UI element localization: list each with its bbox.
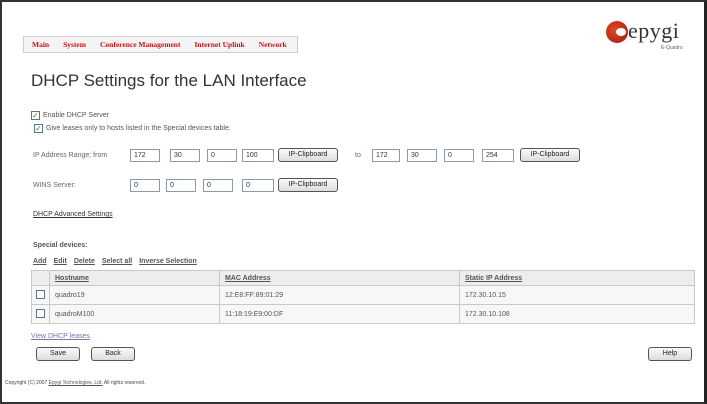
edit-link[interactable]: Edit xyxy=(54,258,67,265)
hostname-column-header[interactable]: Hostname xyxy=(49,270,220,286)
footer-prefix: Copyright (C) 2007 xyxy=(5,380,48,386)
special-devices-label: Special devices: xyxy=(33,242,88,249)
copyright-footer: Copyright (C) 2007 Epygi Technologies, L… xyxy=(5,380,145,386)
static-ip-column-header[interactable]: Static IP Address xyxy=(459,270,695,286)
enable-dhcp-checkbox[interactable]: ✓ xyxy=(31,111,40,120)
mac-cell: 11:18:19:E9:00:DF xyxy=(219,304,460,324)
ip-to-octet-4[interactable]: 254 xyxy=(482,149,514,162)
row-select-cell xyxy=(31,285,50,305)
help-button[interactable]: Help xyxy=(648,347,692,361)
add-link[interactable]: Add xyxy=(33,258,47,265)
nav-internet-uplink[interactable]: Internet Uplink xyxy=(194,40,244,49)
static-ip-cell: 172.30.10.108 xyxy=(459,304,695,324)
ip-from-octet-2[interactable]: 30 xyxy=(170,149,200,162)
enable-dhcp-row: ✓ Enable DHCP Server xyxy=(31,111,109,120)
select-all-link[interactable]: Select all xyxy=(102,258,132,265)
mac-column-header[interactable]: MAC Address xyxy=(219,270,460,286)
wins-octet-1[interactable]: 0 xyxy=(130,179,160,192)
wins-server-label: WINS Server: xyxy=(33,182,76,189)
nav-conference-management[interactable]: Conference Management xyxy=(100,40,180,49)
nav-network[interactable]: Network xyxy=(259,40,287,49)
enable-dhcp-label: Enable DHCP Server xyxy=(43,112,110,119)
ip-from-octet-4[interactable]: 100 xyxy=(242,149,274,162)
static-ip-cell: 172.30.10.15 xyxy=(459,285,695,305)
mac-cell: 12:E8:FF:89:01:29 xyxy=(219,285,460,305)
footer-suffix: All rights reserved. xyxy=(103,380,146,386)
logo-subtitle: E-Quadro xyxy=(661,45,683,51)
ip-range-label: IP Address Range: from xyxy=(33,152,108,159)
ip-to-octet-2[interactable]: 30 xyxy=(407,149,437,162)
nav-main[interactable]: Main xyxy=(32,40,49,49)
ip-from-octet-1[interactable]: 172 xyxy=(130,149,160,162)
ip-range-to-label: to xyxy=(355,152,361,159)
inverse-selection-link[interactable]: Inverse Selection xyxy=(139,258,197,265)
page-title: DHCP Settings for the LAN Interface xyxy=(31,71,307,90)
delete-link[interactable]: Delete xyxy=(74,258,95,265)
special-devices-actions: Add Edit Delete Select all Inverse Selec… xyxy=(33,258,204,265)
special-only-checkbox[interactable]: ✓ xyxy=(34,124,43,133)
special-only-label: Give leases only to hosts listed in the … xyxy=(46,125,231,132)
ip-from-octet-3[interactable]: 0 xyxy=(207,149,237,162)
table-row: quadroM100 11:18:19:E9:00:DF 172.30.10.1… xyxy=(31,304,695,324)
wins-octet-3[interactable]: 0 xyxy=(203,179,233,192)
logo-mark-icon xyxy=(606,21,628,43)
special-only-row: ✓ Give leases only to hosts listed in th… xyxy=(34,124,231,133)
nav-system[interactable]: System xyxy=(63,40,86,49)
epygi-logo: epygi E-Quadro xyxy=(606,18,696,54)
wins-octet-2[interactable]: 0 xyxy=(166,179,196,192)
ip-from-clipboard-button[interactable]: IP-Clipboard xyxy=(278,148,338,162)
dhcp-advanced-settings-link[interactable]: DHCP Advanced Settings xyxy=(33,211,113,218)
ip-to-clipboard-button[interactable]: IP-Clipboard xyxy=(520,148,580,162)
special-devices-table: Hostname MAC Address Static IP Address q… xyxy=(31,270,695,324)
save-button[interactable]: Save xyxy=(36,347,80,361)
top-navigation: Main System Conference Management Intern… xyxy=(23,36,298,53)
table-header-row: Hostname MAC Address Static IP Address xyxy=(31,270,695,286)
row-checkbox[interactable] xyxy=(36,308,45,318)
logo-text: epygi xyxy=(628,18,680,43)
row-select-cell xyxy=(31,304,50,324)
hostname-cell: quadro19 xyxy=(49,285,220,305)
select-column-header xyxy=(31,270,50,286)
hostname-cell: quadroM100 xyxy=(49,304,220,324)
footer-company-link[interactable]: Epygi Technologies, Ltd. xyxy=(49,380,103,386)
ip-to-octet-1[interactable]: 172 xyxy=(372,149,400,162)
ip-to-octet-3[interactable]: 0 xyxy=(444,149,474,162)
row-checkbox[interactable] xyxy=(36,289,45,299)
window-frame xyxy=(0,0,707,404)
view-dhcp-leases-link[interactable]: View DHCP leases xyxy=(31,333,90,340)
wins-octet-4[interactable]: 0 xyxy=(242,179,274,192)
back-button[interactable]: Back xyxy=(91,347,135,361)
table-row: quadro19 12:E8:FF:89:01:29 172.30.10.15 xyxy=(31,285,695,305)
wins-clipboard-button[interactable]: IP-Clipboard xyxy=(278,178,338,192)
